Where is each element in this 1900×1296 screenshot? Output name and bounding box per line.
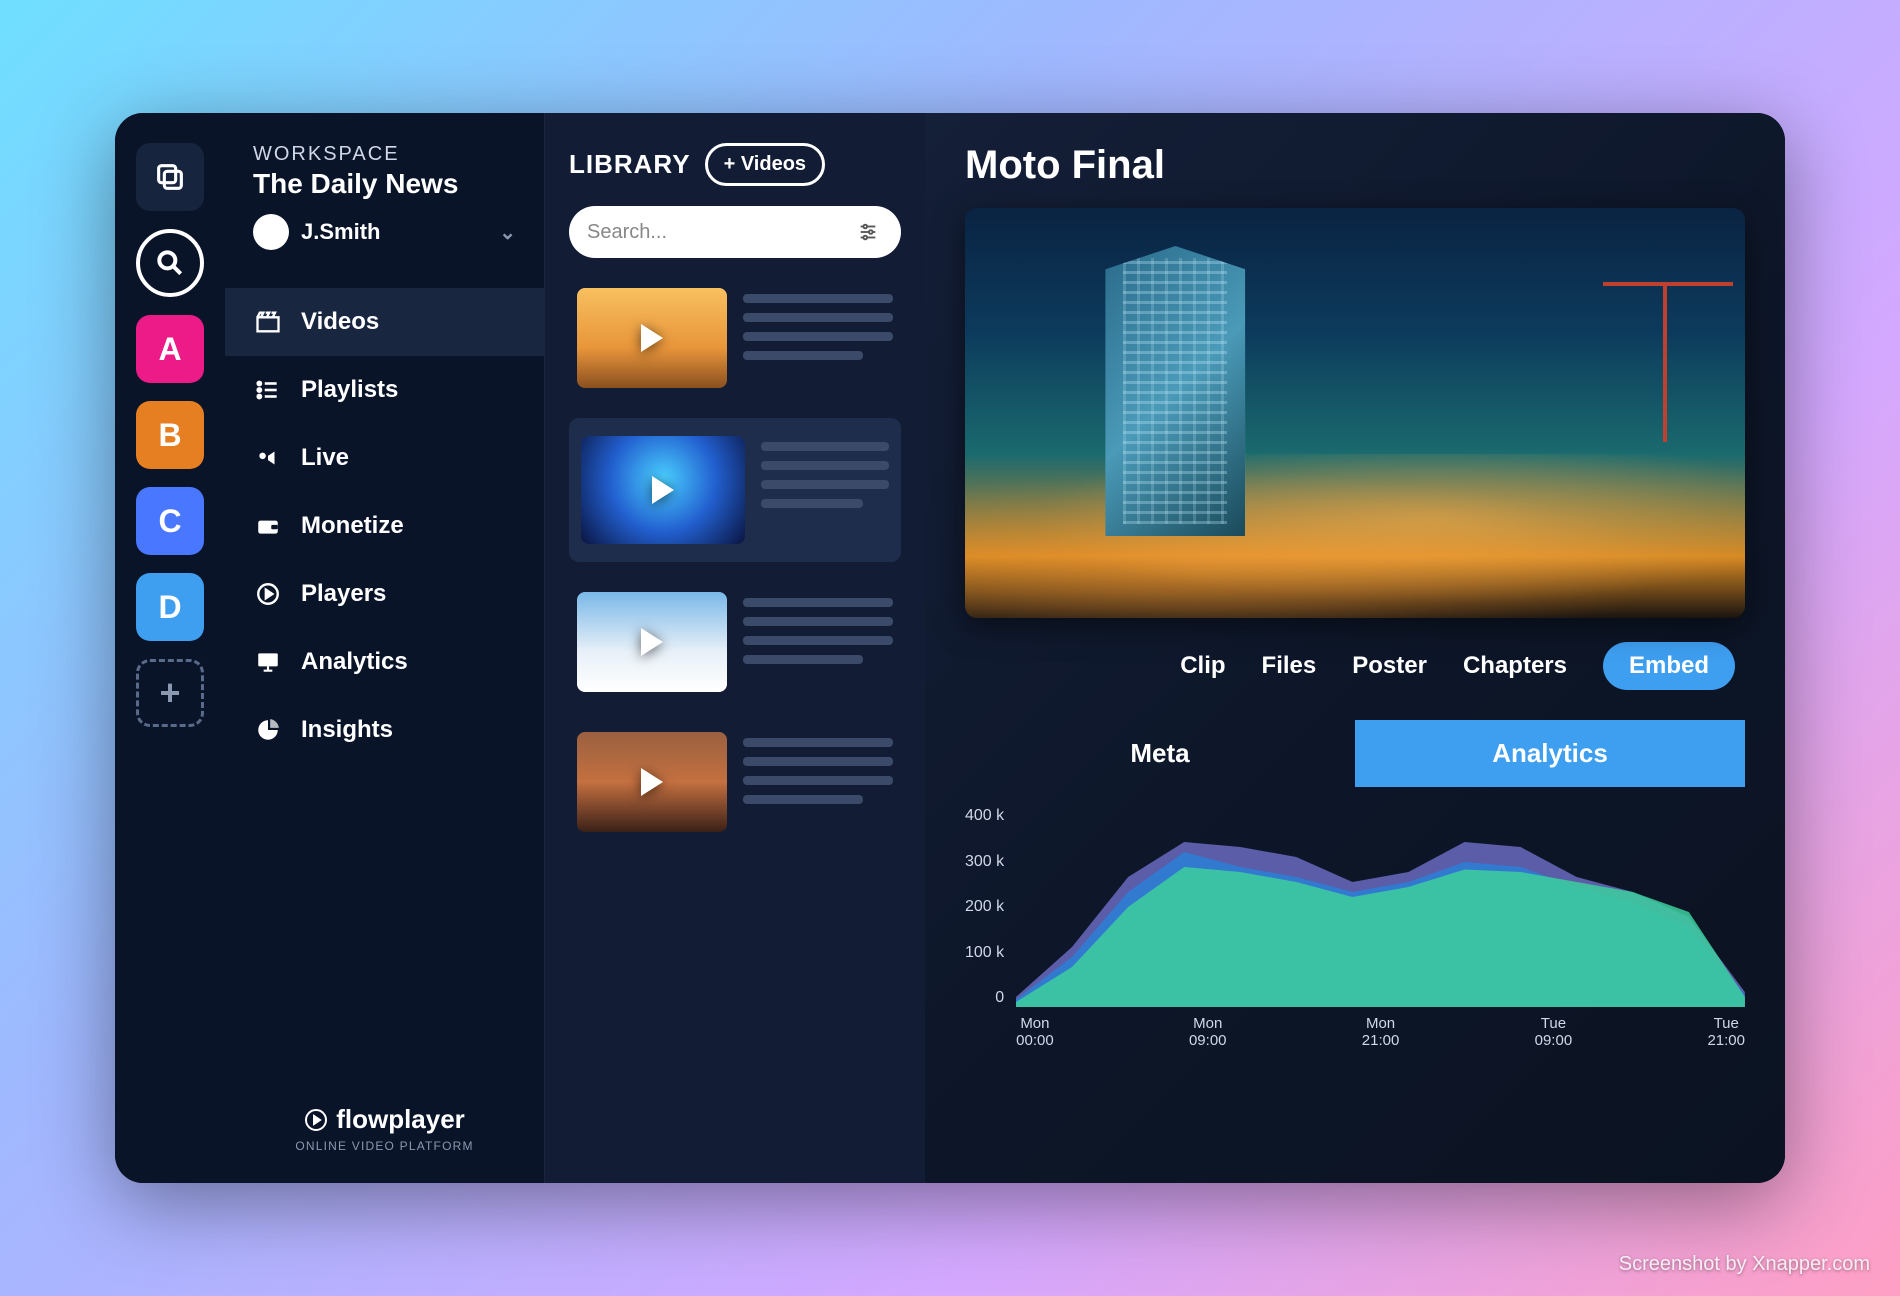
rail-workspace-c[interactable]: C <box>136 487 204 555</box>
tab-embed[interactable]: Embed <box>1603 642 1735 690</box>
nav-label: Videos <box>301 308 379 336</box>
workspace-name: The Daily News <box>253 168 516 200</box>
video-meta-lines <box>743 592 893 664</box>
chart-x-axis: Mon 00:00Mon 09:00Mon 21:00Tue 09:00Tue … <box>1016 1015 1745 1049</box>
brand-logo: flowplayer <box>245 1104 524 1135</box>
watermark: Screenshot by Xnapper.com <box>1619 1253 1870 1276</box>
add-videos-button[interactable]: + Videos <box>705 143 825 186</box>
nav-label: Players <box>301 580 386 608</box>
video-meta-lines <box>743 732 893 804</box>
rail-workspace-b[interactable]: B <box>136 401 204 469</box>
tab-poster[interactable]: Poster <box>1352 642 1427 690</box>
rail-search-icon[interactable] <box>136 229 204 297</box>
clapperboard-icon <box>253 308 283 336</box>
video-thumbnail <box>577 288 727 388</box>
video-meta-lines <box>743 288 893 360</box>
rail-add-workspace[interactable]: + <box>136 659 204 727</box>
nav-insights[interactable]: Insights <box>225 696 544 764</box>
user-selector[interactable]: J.Smith ⌄ <box>253 214 516 250</box>
nav-label: Live <box>301 444 349 472</box>
nav-label: Monetize <box>301 512 404 540</box>
avatar <box>253 214 289 250</box>
nav-videos[interactable]: Videos <box>225 288 544 356</box>
video-thumbnail <box>577 732 727 832</box>
sidebar: WORKSPACE The Daily News J.Smith ⌄ Video… <box>225 113 545 1183</box>
chart-area: Mon 00:00Mon 09:00Mon 21:00Tue 09:00Tue … <box>1016 807 1745 1047</box>
brand-footer: flowplayer ONLINE VIDEO PLATFORM <box>225 1104 544 1153</box>
tab-chapters[interactable]: Chapters <box>1463 642 1567 690</box>
library-item[interactable] <box>569 582 901 702</box>
tab-clip[interactable]: Clip <box>1180 642 1225 690</box>
nav-label: Playlists <box>301 376 398 404</box>
subtab-meta[interactable]: Meta <box>965 720 1355 787</box>
play-icon <box>652 476 674 504</box>
library-title: LIBRARY <box>569 149 691 180</box>
library-item[interactable] <box>569 722 901 842</box>
workspace-overline: WORKSPACE <box>253 143 516 166</box>
icon-rail: A B C D + <box>115 113 225 1183</box>
play-icon <box>641 768 663 796</box>
video-tabs: Clip Files Poster Chapters Embed <box>965 642 1745 690</box>
nav-playlists[interactable]: Playlists <box>225 356 544 424</box>
workspace-header: WORKSPACE The Daily News J.Smith ⌄ <box>225 143 544 268</box>
list-icon <box>253 377 283 403</box>
sub-tabs: Meta Analytics <box>965 720 1745 787</box>
pie-chart-icon <box>253 717 283 743</box>
play-icon <box>641 324 663 352</box>
nav-list: Videos Playlists Live Monetize <box>225 288 544 764</box>
main-content: Moto Final Clip Files Poster Chapters Em… <box>925 113 1785 1183</box>
presentation-icon <box>253 649 283 675</box>
library-item[interactable] <box>569 278 901 398</box>
nav-players[interactable]: Players <box>225 560 544 628</box>
wallet-icon <box>253 513 283 539</box>
video-thumbnail <box>581 436 745 544</box>
video-meta-lines <box>761 436 889 508</box>
nav-monetize[interactable]: Monetize <box>225 492 544 560</box>
library-panel: LIBRARY + Videos <box>545 113 925 1183</box>
brand-name: flowplayer <box>336 1104 465 1135</box>
search-box <box>569 206 901 258</box>
library-header: LIBRARY + Videos <box>569 143 901 186</box>
rail-workspace-d[interactable]: D <box>136 573 204 641</box>
live-icon <box>253 445 283 471</box>
app-window: A B C D + WORKSPACE The Daily News J.Smi… <box>115 113 1785 1183</box>
subtab-analytics[interactable]: Analytics <box>1355 720 1745 787</box>
nav-analytics[interactable]: Analytics <box>225 628 544 696</box>
video-preview[interactable] <box>965 208 1745 618</box>
analytics-chart: 400 k300 k200 k100 k0 Mon 00:00Mon 09:00… <box>965 807 1745 1047</box>
video-title: Moto Final <box>965 143 1745 188</box>
play-icon <box>641 628 663 656</box>
nav-label: Analytics <box>301 648 408 676</box>
play-circle-icon <box>253 581 283 607</box>
rail-workspace-a[interactable]: A <box>136 315 204 383</box>
search-input[interactable] <box>587 221 852 244</box>
rail-window-icon[interactable] <box>136 143 204 211</box>
user-name: J.Smith <box>301 219 380 245</box>
brand-tagline: ONLINE VIDEO PLATFORM <box>245 1139 524 1153</box>
video-thumbnail <box>577 592 727 692</box>
library-item[interactable] <box>569 418 901 562</box>
nav-live[interactable]: Live <box>225 424 544 492</box>
nav-label: Insights <box>301 716 393 744</box>
filter-icon[interactable] <box>852 216 883 248</box>
chevron-down-icon: ⌄ <box>499 220 516 245</box>
chart-y-axis: 400 k300 k200 k100 k0 <box>965 807 1016 1047</box>
tab-files[interactable]: Files <box>1262 642 1317 690</box>
